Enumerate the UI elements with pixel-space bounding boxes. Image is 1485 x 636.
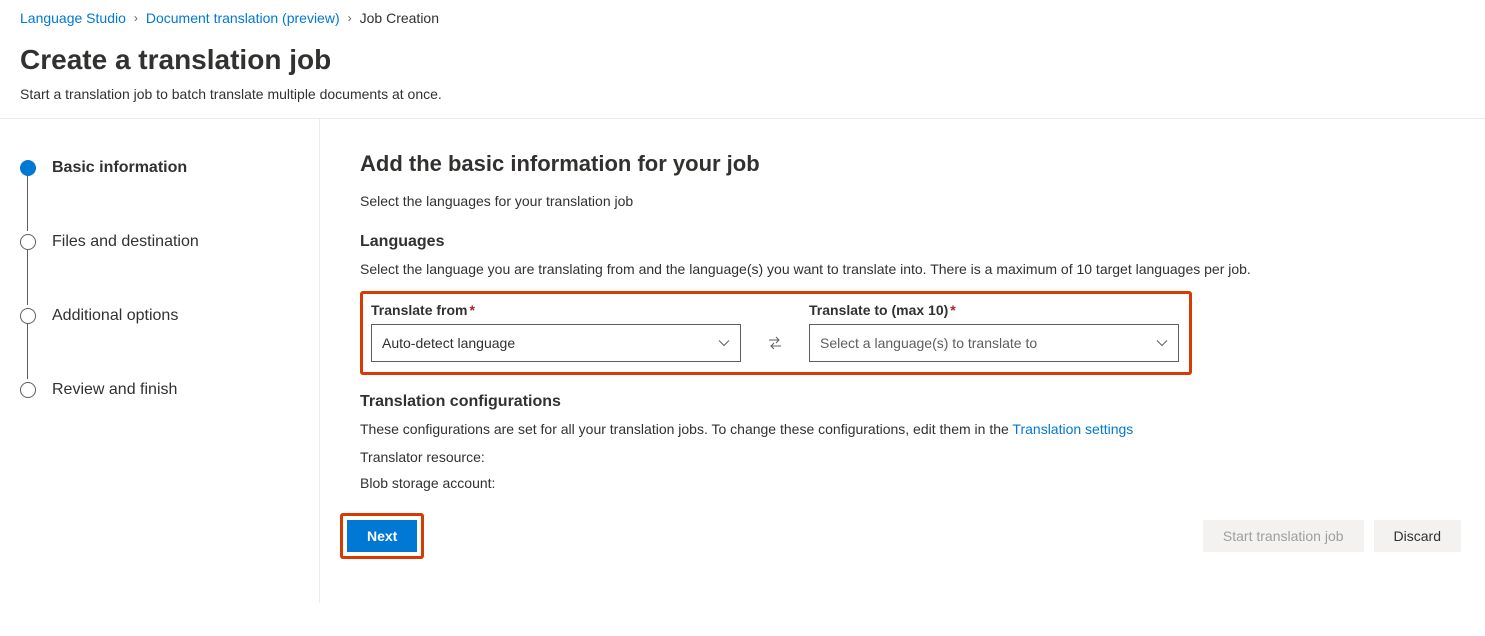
swap-arrows-icon [767,335,783,351]
section-subtitle: Select the languages for your translatio… [360,193,1473,209]
translation-settings-link[interactable]: Translation settings [1012,421,1133,437]
step-marker-icon [20,234,36,250]
step-marker-icon [20,382,36,398]
step-marker-active-icon [20,160,36,176]
translation-config-section: Translation configurations These configu… [360,393,1473,491]
wizard-sidebar: Basic information Files and destination … [0,119,320,603]
translate-from-dropdown[interactable]: Auto-detect language [371,324,741,362]
config-description: These configurations are set for all you… [360,421,1473,437]
step-marker-icon [20,308,36,324]
step-review-finish[interactable]: Review and finish [20,381,299,399]
translate-to-label: Translate to (max 10)* [809,302,1179,318]
step-connector [27,175,28,231]
translate-from-field: Translate from* Auto-detect language [371,302,741,362]
breadcrumb-link-language-studio[interactable]: Language Studio [20,10,126,26]
chevron-down-icon [1156,337,1168,349]
translate-from-value: Auto-detect language [382,335,515,351]
translator-resource-row: Translator resource: [360,449,1473,465]
step-files-destination[interactable]: Files and destination [20,233,299,307]
step-label: Review and finish [52,381,177,399]
section-title: Add the basic information for your job [360,151,1473,177]
main-content: Add the basic information for your job S… [320,119,1485,603]
required-indicator: * [469,302,474,318]
required-indicator: * [950,302,955,318]
discard-button[interactable]: Discard [1374,520,1461,552]
step-basic-information[interactable]: Basic information [20,159,299,233]
languages-heading: Languages [360,233,1473,251]
step-list: Basic information Files and destination … [20,159,299,399]
swap-languages-button[interactable] [759,327,791,359]
step-connector [27,323,28,379]
breadcrumb-link-document-translation[interactable]: Document translation (preview) [146,10,340,26]
page-title: Create a translation job [20,44,1465,76]
step-label: Files and destination [52,233,199,251]
chevron-down-icon [718,337,730,349]
translate-to-placeholder: Select a language(s) to translate to [820,335,1037,351]
languages-description: Select the language you are translating … [360,261,1473,277]
page-subtitle: Start a translation job to batch transla… [20,86,1465,102]
blob-storage-row: Blob storage account: [360,475,1473,491]
translate-to-field: Translate to (max 10)* Select a language… [809,302,1179,362]
step-label: Additional options [52,307,178,325]
next-button-highlight: Next [340,513,424,559]
start-translation-job-button: Start translation job [1203,520,1364,552]
next-button[interactable]: Next [347,520,417,552]
step-connector [27,249,28,305]
config-heading: Translation configurations [360,393,1473,411]
step-label: Basic information [52,159,187,177]
breadcrumb-current: Job Creation [360,10,439,26]
chevron-right-icon: › [348,11,352,25]
breadcrumb: Language Studio › Document translation (… [20,10,1465,26]
translate-from-label: Translate from* [371,302,741,318]
languages-highlight: Translate from* Auto-detect language [360,291,1192,375]
chevron-right-icon: › [134,11,138,25]
step-additional-options[interactable]: Additional options [20,307,299,381]
translate-to-dropdown[interactable]: Select a language(s) to translate to [809,324,1179,362]
footer-bar: Next Start translation job Discard [360,501,1473,571]
